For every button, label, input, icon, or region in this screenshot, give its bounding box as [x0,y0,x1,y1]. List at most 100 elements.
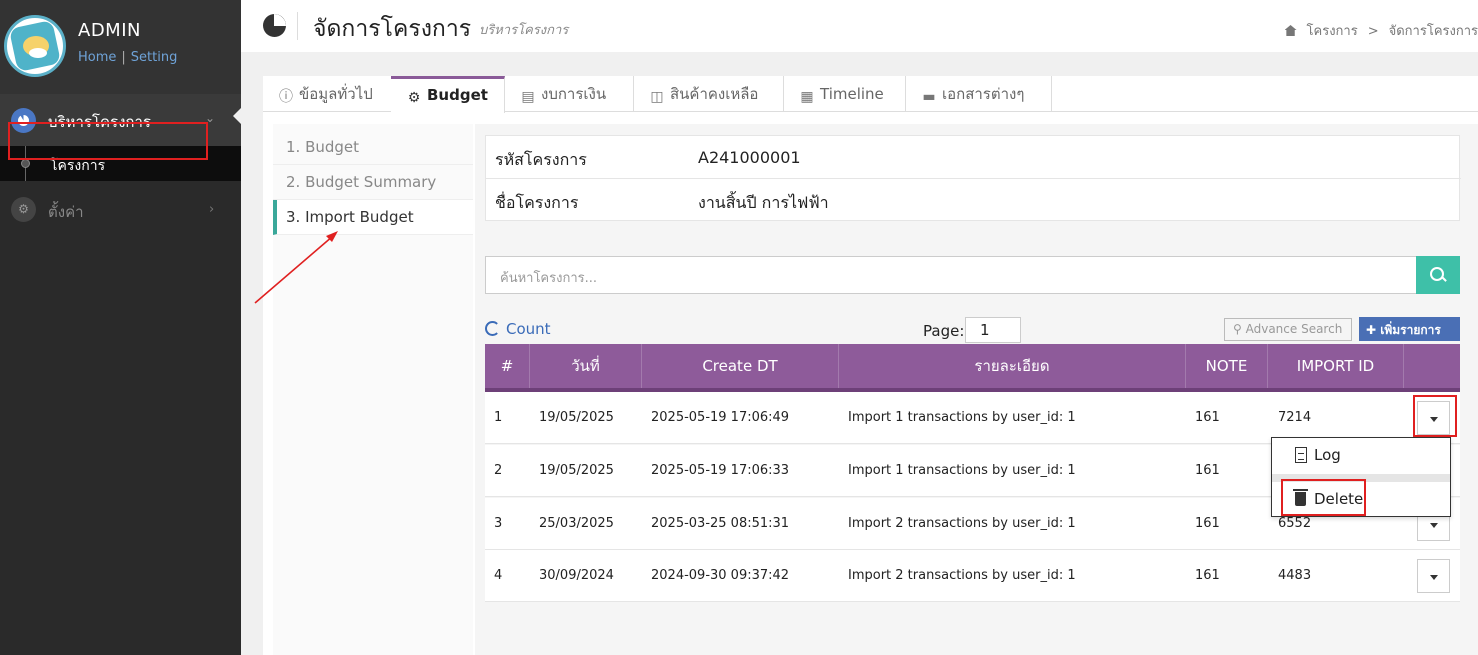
tab-label: Timeline [820,85,884,103]
table-row[interactable]: 4 30/09/2024 2024-09-30 09:37:42 Import … [485,550,1460,602]
book-icon: ▤ [521,89,535,105]
project-info: รหัสโครงการ A241000001 ชื่อโครงการ งานสิ… [485,135,1461,222]
count-button[interactable]: Count [485,320,551,338]
main-content: รหัสโครงการ A241000001 ชื่อโครงการ งานสิ… [475,124,1478,655]
project-code-value: A241000001 [698,148,801,167]
tab-general-info[interactable]: ⓘ ข้อมูลทั่วไป [263,76,392,112]
page-title: จัดการโครงการ [313,16,472,42]
tab-label: สินค้าคงเหลือ [670,85,759,103]
col-date[interactable]: วันที่ [530,344,642,388]
cell-detail: Import 2 transactions by user_id: 1 [848,516,1076,531]
row-action-dropdown[interactable] [1417,559,1450,593]
project-name-row: ชื่อโครงการ งานสิ้นปี การไฟฟ้า [486,179,1461,222]
annotation-highlight-dropdown [1413,395,1457,437]
sidebar: ADMIN Home | Setting บริหารโครงการ ⌄ โครงก… [0,0,241,655]
breadcrumb-separator: > [1367,24,1379,39]
col-create-dt[interactable]: Create DT [642,344,839,388]
active-notch [233,108,241,124]
cell-import-id: 4483 [1278,568,1312,583]
home-icon[interactable] [1284,25,1297,36]
cell-note: 161 [1195,410,1220,425]
header-divider [297,12,298,40]
sidebar-item-settings[interactable]: ⚙ ตั้งค่า › [0,181,241,233]
cell-detail: Import 1 transactions by user_id: 1 [848,463,1076,478]
col-import-id[interactable]: IMPORT ID [1268,344,1404,388]
tab-bar: ⓘ ข้อมูลทั่วไป ⚙ Budget ▤ งบการเงิน ◫ สินค้า… [263,76,1478,113]
advance-search-button[interactable]: ⚲ Advance Search [1224,318,1352,341]
project-name-label: ชื่อโครงการ [495,193,579,212]
cell-no: 3 [494,516,503,531]
cell-date: 19/05/2025 [539,410,614,425]
content-panel: ⓘ ข้อมูลทั่วไป ⚙ Budget ▤ งบการเงิน ◫ สินค้า… [263,76,1478,655]
cell-no: 4 [494,568,503,583]
col-no[interactable]: # [485,344,530,388]
subnav-budget-summary[interactable]: 2. Budget Summary [273,165,473,200]
page-input[interactable]: 1 [965,317,1021,343]
add-item-button[interactable]: ✚ เพิ่มรายการ [1359,317,1460,341]
tab-budget[interactable]: ⚙ Budget [391,76,505,113]
col-note[interactable]: NOTE [1186,344,1268,388]
calendar-icon: ▦ [800,89,814,105]
subnav-import-budget[interactable]: 3. Import Budget [273,200,473,235]
cell-note: 161 [1195,516,1220,531]
breadcrumb: โครงการ > จัดการโครงการ [1284,20,1478,41]
avatar [4,15,66,77]
cell-create-dt: 2025-03-25 08:51:31 [651,516,790,531]
project-code-label: รหัสโครงการ [495,150,587,169]
menu-item-log[interactable]: Log [1272,438,1450,474]
cell-detail: Import 2 transactions by user_id: 1 [848,568,1076,583]
cell-note: 161 [1195,463,1220,478]
tab-timeline[interactable]: ▦ Timeline [784,76,906,112]
folder-icon: ▬ [922,89,936,105]
menu-item-label: Log [1314,446,1341,464]
subnav-budget[interactable]: 1. Budget [273,130,473,165]
add-item-label: เพิ่มรายการ [1380,323,1441,337]
budget-subnav: 1. Budget 2. Budget Summary 3. Import Bu… [273,124,473,655]
annotation-highlight-import-budget [8,122,208,160]
pie-chart-icon [263,14,286,37]
tab-label: งบการเงิน [541,85,607,103]
project-name-value: งานสิ้นปี การไฟฟ้า [698,193,829,212]
brand-links: Home | Setting [78,50,177,65]
tab-inventory[interactable]: ◫ สินค้าคงเหลือ [634,76,784,112]
brand-title: ADMIN [78,20,141,41]
breadcrumb-item[interactable]: โครงการ [1307,24,1358,39]
tab-financial[interactable]: ▤ งบการเงิน [505,76,634,112]
page-label: Page: [923,322,965,340]
tab-label: Budget [427,86,488,104]
cell-date: 30/09/2024 [539,568,614,583]
document-icon [1295,447,1307,463]
gear-icon: ⚙ [11,197,36,222]
cell-create-dt: 2025-05-19 17:06:33 [651,463,790,478]
link-separator: | [121,50,126,65]
search-input[interactable]: ค้นหาโครงการ... [485,256,1417,294]
setting-link[interactable]: Setting [131,50,178,65]
search-button[interactable] [1416,256,1460,294]
col-actions [1404,344,1460,388]
cell-import-id: 7214 [1278,410,1312,425]
cell-date: 19/05/2025 [539,463,614,478]
cell-import-id: 6552 [1278,516,1312,531]
tab-documents[interactable]: ▬ เอกสารต่างๆ [906,76,1052,112]
cube-icon: ◫ [650,89,664,105]
chevron-right-icon: › [209,202,215,217]
project-code-row: รหัสโครงการ A241000001 [486,136,1461,179]
advance-search-label: Advance Search [1245,322,1343,336]
col-detail[interactable]: รายละเอียด [839,344,1186,388]
cell-detail: Import 1 transactions by user_id: 1 [848,410,1076,425]
tab-label: เอกสารต่างๆ [942,85,1025,103]
gear-icon: ⚙ [407,90,421,106]
cell-no: 2 [494,463,503,478]
page-header: จัดการโครงการ บริหารโครงการ โครงการ > จัดก… [241,0,1478,52]
cell-note: 161 [1195,568,1220,583]
home-link[interactable]: Home [78,50,116,65]
cell-date: 25/03/2025 [539,516,614,531]
count-label: Count [506,320,551,338]
tree-dot [21,159,30,168]
info-icon: ⓘ [279,89,293,105]
brand: ADMIN Home | Setting [0,0,241,94]
plus-icon: ✚ [1366,323,1381,337]
breadcrumb-item: จัดการโครงการ [1388,24,1478,39]
search-icon: ⚲ [1233,322,1246,336]
tab-label: ข้อมูลทั่วไป [299,85,373,103]
